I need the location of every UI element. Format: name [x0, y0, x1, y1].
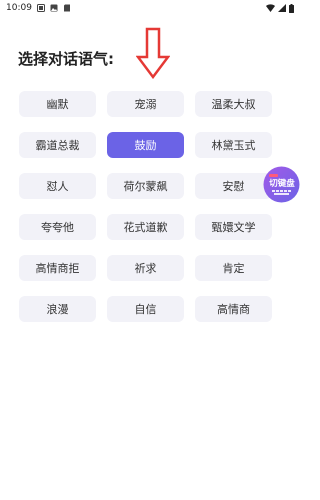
- switch-keyboard-label: 切键盘: [269, 178, 295, 189]
- tone-option[interactable]: 林黛玉式: [195, 132, 272, 158]
- sd-card-icon: [63, 4, 70, 12]
- notification-icon: [36, 4, 45, 12]
- battery-icon: [289, 3, 294, 13]
- tone-option[interactable]: 夸夸他: [19, 214, 96, 240]
- tone-option[interactable]: 宠溺: [107, 91, 184, 117]
- tone-option[interactable]: 肯定: [195, 255, 272, 281]
- status-bar: 10:09: [0, 0, 300, 16]
- page-title: 选择对话语气:: [18, 50, 114, 68]
- image-icon: [50, 4, 58, 12]
- tone-option[interactable]: 祈求: [107, 255, 184, 281]
- tone-option[interactable]: 温柔大叔: [195, 91, 272, 117]
- tone-option[interactable]: 自信: [107, 296, 184, 322]
- tone-option[interactable]: 鼓励: [107, 132, 184, 158]
- status-right: [266, 3, 294, 13]
- tone-option[interactable]: 花式道歉: [107, 214, 184, 240]
- tone-option[interactable]: 荷尔蒙飙: [107, 173, 184, 199]
- down-arrow-icon: [136, 27, 170, 79]
- tone-option[interactable]: 高情商拒: [19, 255, 96, 281]
- tone-option[interactable]: 甄嬛文学: [195, 214, 272, 240]
- signal-icon: [278, 4, 286, 12]
- tone-option[interactable]: 幽默: [19, 91, 96, 117]
- tone-option[interactable]: 高情商: [195, 296, 272, 322]
- tone-option[interactable]: 霸道总裁: [19, 132, 96, 158]
- tone-grid: 幽默 宠溺 温柔大叔霸道总裁 鼓励 林黛玉式怼人 荷尔蒙飙 安慰夸夸他 花式道歉 甄嬛文学高情商…: [19, 91, 272, 322]
- tone-option[interactable]: 安慰: [195, 173, 272, 199]
- wifi-icon: [266, 4, 275, 12]
- tone-option[interactable]: 怼人: [19, 173, 96, 199]
- switch-keyboard-button[interactable]: 切键盘: [263, 166, 300, 203]
- status-left: 10:09: [6, 3, 71, 13]
- status-time: 10:09: [6, 3, 32, 13]
- tone-option[interactable]: 浪漫: [19, 296, 96, 322]
